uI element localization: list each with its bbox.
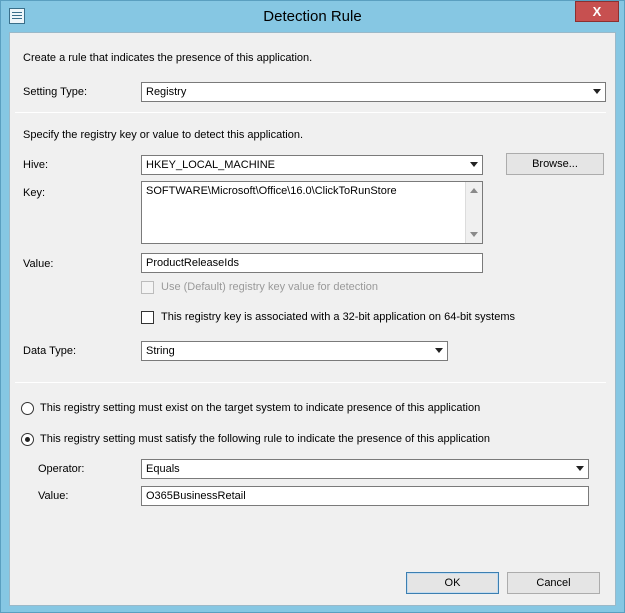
chevron-down-icon <box>435 348 443 353</box>
dialog-client-area: Create a rule that indicates the presenc… <box>9 32 616 606</box>
data-type-label: Data Type: <box>23 345 76 357</box>
rule-value-label: Value: <box>38 490 69 502</box>
scroll-up-icon[interactable] <box>470 188 478 193</box>
chevron-down-icon <box>470 162 478 167</box>
operator-dropdown[interactable]: Equals <box>141 459 589 479</box>
chevron-down-icon <box>576 466 584 471</box>
window-title: Detection Rule <box>263 8 362 25</box>
rule-satisfy-label: This registry setting must satisfy the f… <box>40 433 491 445</box>
hive-dropdown[interactable]: HKEY_LOCAL_MACHINE <box>141 155 483 175</box>
registry-instruction: Specify the registry key or value to det… <box>23 129 304 141</box>
chevron-down-icon <box>593 89 601 94</box>
intro-text: Create a rule that indicates the presenc… <box>23 52 313 64</box>
rule-exist-radio[interactable] <box>21 402 34 415</box>
bit32-checkbox[interactable] <box>141 311 154 324</box>
key-value: SOFTWARE\Microsoft\Office\16.0\ClickToRu… <box>146 185 397 197</box>
data-type-dropdown[interactable]: String <box>141 341 448 361</box>
rule-satisfy-radio[interactable] <box>21 433 34 446</box>
ok-button[interactable]: OK <box>406 572 499 594</box>
setting-type-dropdown[interactable]: Registry <box>141 82 606 102</box>
detection-rule-window: Detection Rule X Create a rule that indi… <box>0 0 625 613</box>
cancel-button[interactable]: Cancel <box>507 572 600 594</box>
rule-exist-label: This registry setting must exist on the … <box>40 402 481 414</box>
value-input[interactable]: ProductReleaseIds <box>141 253 483 273</box>
operator-label: Operator: <box>38 463 85 475</box>
separator <box>15 382 606 383</box>
setting-type-value: Registry <box>146 86 187 98</box>
use-default-label: Use (Default) registry key value for det… <box>161 281 379 293</box>
operator-value: Equals <box>146 463 180 475</box>
value-label: Value: <box>23 258 54 270</box>
setting-type-label: Setting Type: <box>23 86 88 98</box>
browse-button[interactable]: Browse... <box>506 153 604 175</box>
hive-value: HKEY_LOCAL_MACHINE <box>146 159 275 171</box>
rule-value-input[interactable]: O365BusinessRetail <box>141 486 589 506</box>
key-label: Key: <box>23 187 46 199</box>
close-button[interactable]: X <box>575 1 619 22</box>
scroll-down-icon[interactable] <box>470 232 478 237</box>
bit32-label: This registry key is associated with a 3… <box>161 311 515 323</box>
title-bar[interactable]: Detection Rule X <box>1 1 624 32</box>
separator <box>15 112 606 113</box>
key-textarea[interactable]: SOFTWARE\Microsoft\Office\16.0\ClickToRu… <box>141 181 483 244</box>
rule-value-text: O365BusinessRetail <box>146 490 246 502</box>
use-default-checkbox[interactable] <box>141 281 154 294</box>
value-text: ProductReleaseIds <box>146 257 239 269</box>
hive-label: Hive: <box>23 159 49 171</box>
data-type-value: String <box>146 345 175 357</box>
key-scrollbar[interactable] <box>465 182 482 243</box>
